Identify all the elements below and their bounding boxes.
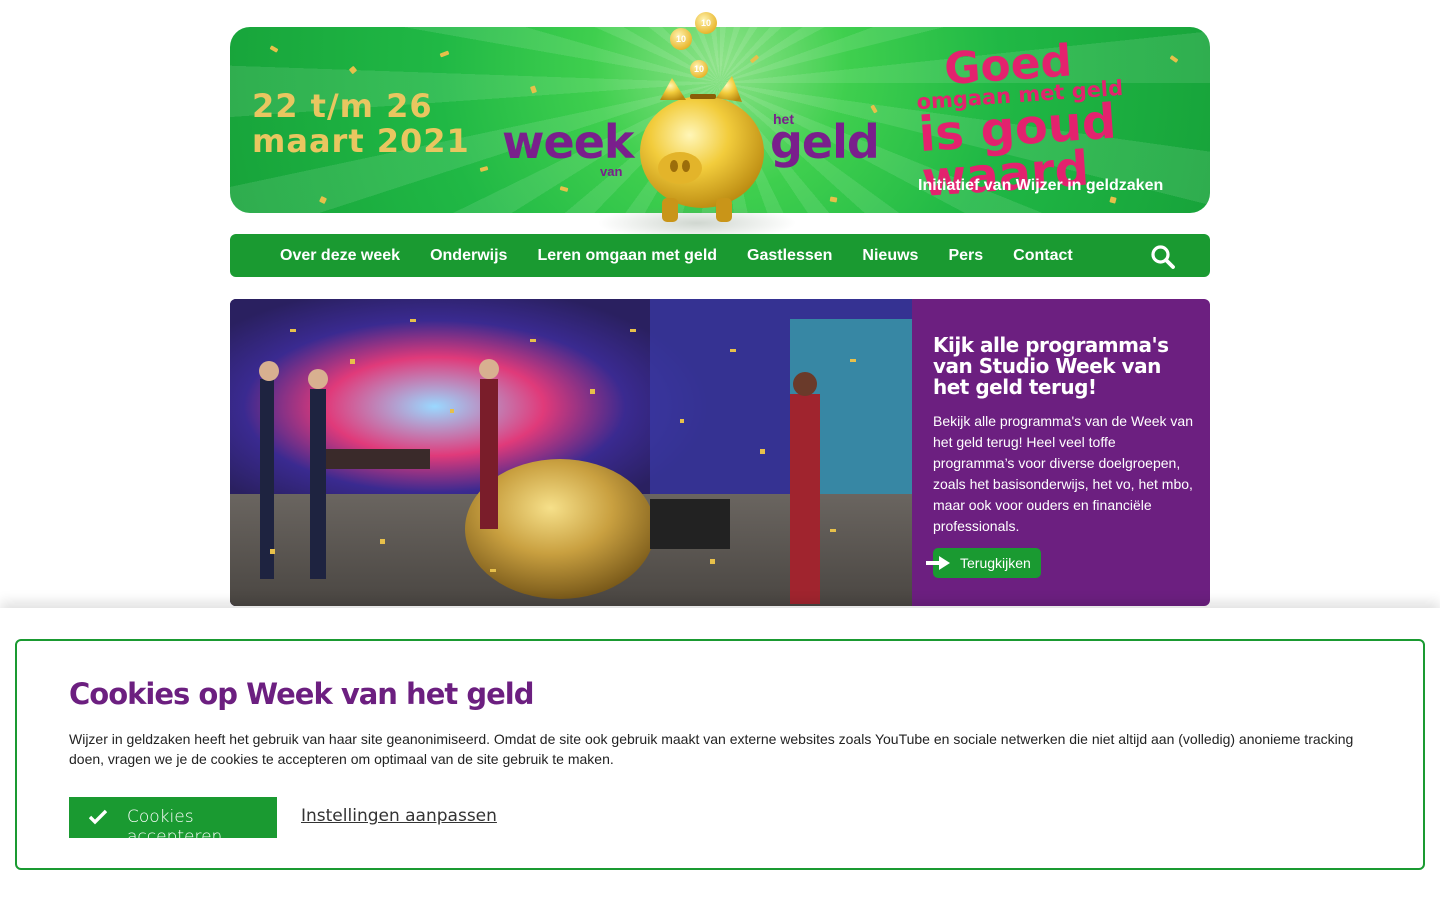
nav-item-pers[interactable]: Pers [948, 247, 983, 265]
cookie-title: Cookies op Week van het geld [69, 677, 534, 711]
logo-week-text: week [502, 115, 634, 169]
event-date: 22 t/m 26 maart 2021 [252, 87, 470, 161]
main-nav: Over deze week Onderwijs Leren omgaan me… [230, 234, 1210, 277]
arrow-right-icon [926, 556, 950, 570]
page: 22 t/m 26 maart 2021 week van het geld G… [0, 0, 1440, 900]
accept-cookies-button[interactable]: Cookies accepteren [69, 797, 277, 847]
logo-geld-text: geld [770, 115, 880, 169]
nav-item-gastlessen[interactable]: Gastlessen [747, 247, 832, 265]
cookie-settings-link[interactable]: Instellingen aanpassen [301, 806, 497, 826]
event-date-line1: 22 t/m 26 [252, 87, 433, 125]
piggy-bank-icon [640, 76, 764, 222]
nav-item-contact[interactable]: Contact [1013, 247, 1073, 265]
nav-item-over-deze-week[interactable]: Over deze week [280, 247, 400, 265]
check-icon [89, 809, 107, 825]
hero-section: Kijk alle programma's van Studio Week va… [230, 299, 1210, 606]
coin-icon: 10 [670, 28, 692, 50]
nav-item-onderwijs[interactable]: Onderwijs [430, 247, 507, 265]
terugkijken-label: Terugkijken [960, 555, 1031, 571]
cookie-text: Wijzer in geldzaken heeft het gebruik va… [69, 731, 1354, 767]
nav-item-leren-omgaan-met-geld[interactable]: Leren omgaan met geld [537, 247, 717, 265]
coin-icon: 10 [695, 12, 717, 34]
event-date-line2: maart 2021 [252, 122, 470, 161]
cookie-dialog: Cookies op Week van het geld Wijzer in g… [15, 639, 1425, 870]
accept-cookies-label: Cookies accepteren [127, 807, 223, 847]
nav-item-nieuws[interactable]: Nieuws [862, 247, 918, 265]
terugkijken-button[interactable]: Terugkijken [926, 548, 1041, 578]
coin-icon: 10 [690, 60, 708, 78]
hero-description: Bekijk alle programma's van de Week van … [933, 413, 1193, 534]
studio-photo-illustration [230, 299, 912, 606]
initiatief-text: Initiatief van Wijzer in geldzaken [918, 177, 1164, 194]
hero-text-block: Kijk alle programma's van Studio Week va… [933, 335, 1193, 537]
confetti [829, 196, 838, 203]
search-icon[interactable] [1150, 244, 1176, 270]
studio-photo [230, 299, 912, 606]
nav-list: Over deze week Onderwijs Leren omgaan me… [280, 234, 1103, 277]
hero-title: Kijk alle programma's van Studio Week va… [933, 333, 1169, 399]
